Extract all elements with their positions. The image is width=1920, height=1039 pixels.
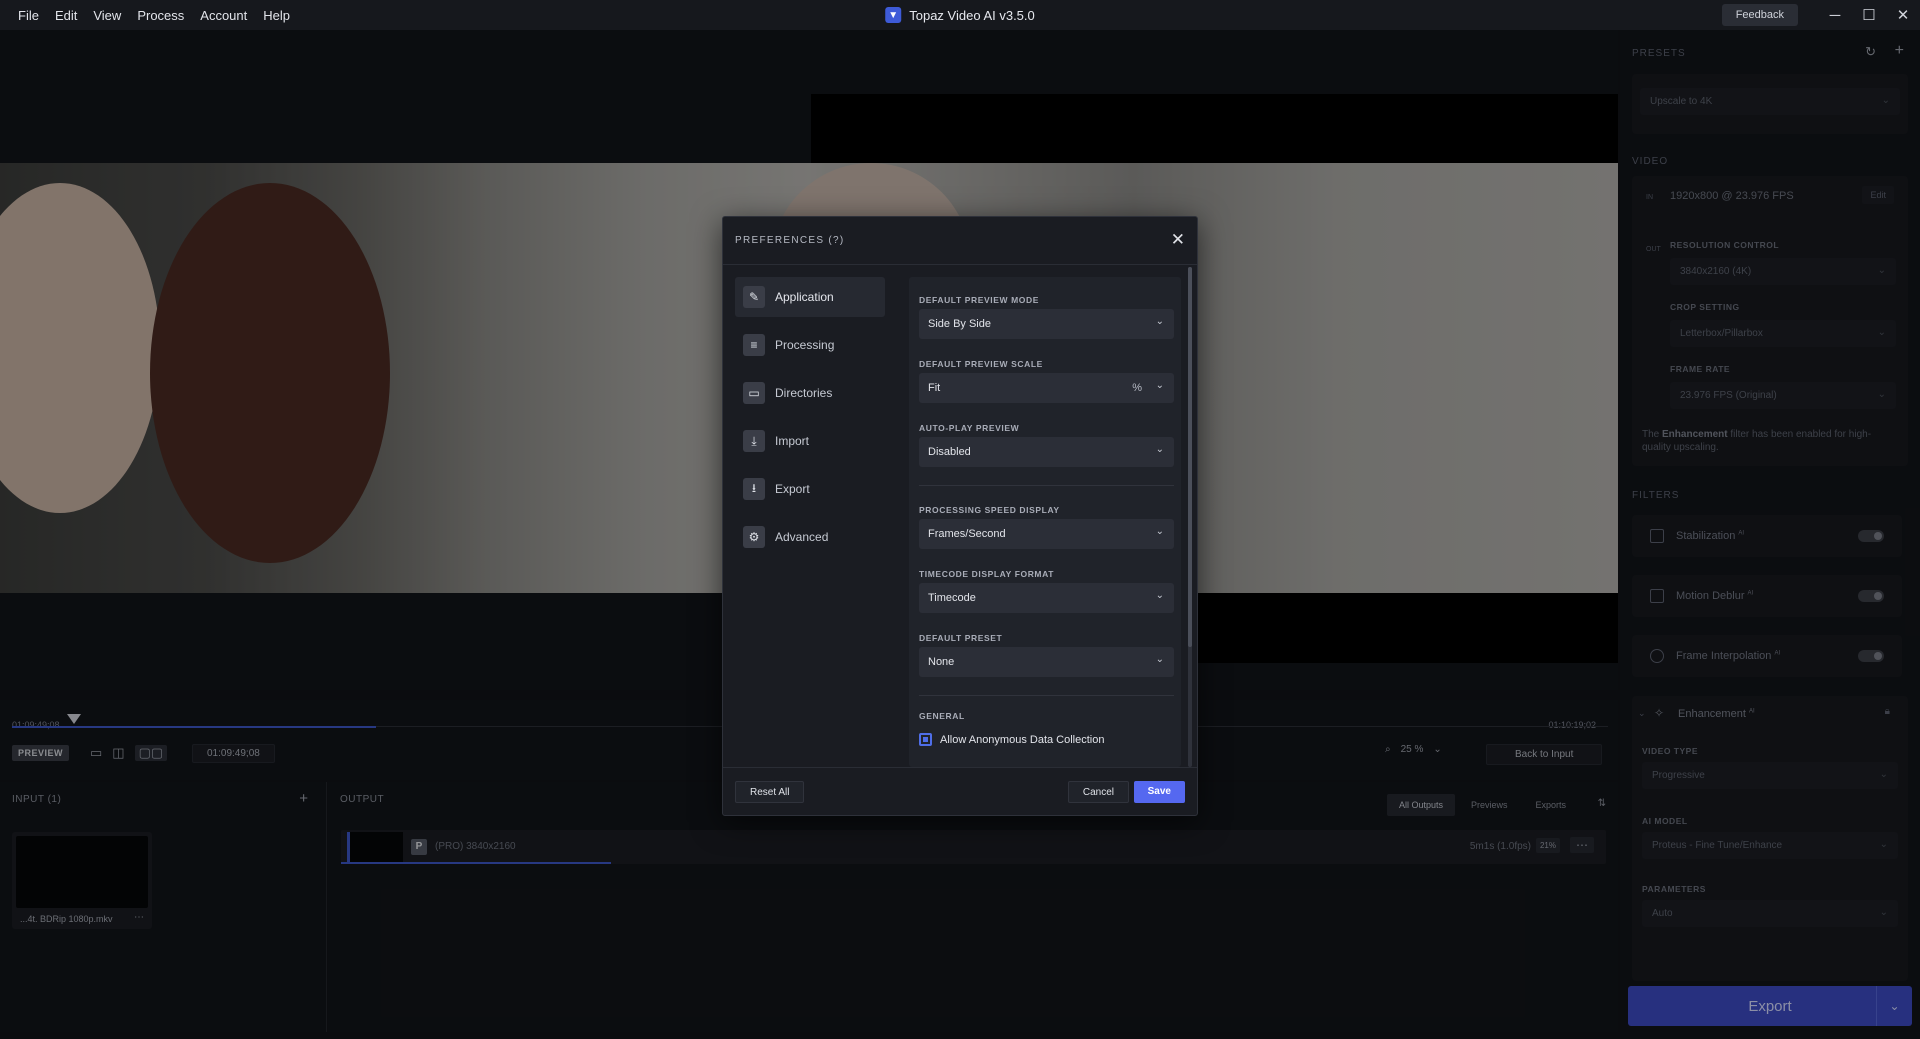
preview-scale-unit: % <box>1132 382 1142 394</box>
anonymous-data-checkbox[interactable] <box>919 733 932 746</box>
app-title-text: Topaz Video AI v3.5.0 <box>909 7 1035 23</box>
preview-mode-select[interactable]: Side By Side ⌄ <box>919 309 1174 339</box>
export-icon: ⭳ <box>743 478 765 500</box>
reset-all-button[interactable]: Reset All <box>735 781 805 803</box>
maximize-icon[interactable]: ☐ <box>1852 6 1886 24</box>
menu-bar: File Edit View Process Account Help <box>0 0 298 30</box>
chevron-down-icon: ⌄ <box>1155 590 1164 601</box>
preview-mode-label: DEFAULT PREVIEW MODE <box>919 295 1039 305</box>
speed-display-label: PROCESSING SPEED DISPLAY <box>919 505 1060 515</box>
processing-icon: ≡ <box>743 334 765 356</box>
nav-import-label: Import <box>775 434 810 448</box>
scrollbar-thumb[interactable] <box>1188 267 1192 647</box>
menu-view[interactable]: View <box>85 8 129 23</box>
cancel-button[interactable]: Cancel <box>1067 781 1129 803</box>
speed-display-value: Frames/Second <box>928 528 1006 540</box>
topaz-logo-icon: ▼ <box>885 7 902 23</box>
preferences-nav: ✎ Application ≡ Processing ▭ Directories… <box>735 277 885 565</box>
timecode-format-value: Timecode <box>928 592 976 604</box>
dialog-footer: Reset All Cancel Save <box>723 767 1197 815</box>
window-controls: Feedback ─ ☐ ✕ <box>1721 0 1920 30</box>
timecode-format-select[interactable]: Timecode ⌄ <box>919 583 1174 613</box>
dialog-header: PREFERENCES (?) ✕ <box>723 217 1197 265</box>
chevron-down-icon: ⌄ <box>1155 654 1164 665</box>
application-icon: ✎ <box>743 286 765 308</box>
anonymous-data-row[interactable]: Allow Anonymous Data Collection <box>919 733 1104 746</box>
menu-help[interactable]: Help <box>255 8 298 23</box>
menu-account[interactable]: Account <box>192 8 255 23</box>
default-preset-select[interactable]: None ⌄ <box>919 647 1174 677</box>
minimize-icon[interactable]: ─ <box>1818 7 1852 24</box>
title-bar: File Edit View Process Account Help ▼ To… <box>0 0 1920 30</box>
general-label: GENERAL <box>919 711 965 721</box>
separator <box>919 695 1174 696</box>
separator <box>919 485 1174 486</box>
import-icon: ⤓ <box>743 430 765 452</box>
folder-icon: ▭ <box>743 382 765 404</box>
nav-processing[interactable]: ≡ Processing <box>735 325 885 365</box>
dialog-title: PREFERENCES (?) <box>735 235 845 246</box>
preview-scale-value: Fit <box>928 382 941 394</box>
nav-export-label: Export <box>775 482 810 496</box>
menu-file[interactable]: File <box>10 8 47 23</box>
nav-advanced-label: Advanced <box>775 530 829 544</box>
preview-scale-label: DEFAULT PREVIEW SCALE <box>919 359 1043 369</box>
chevron-down-icon: ⌄ <box>1155 380 1164 391</box>
save-button[interactable]: Save <box>1133 781 1185 803</box>
autoplay-label: AUTO-PLAY PREVIEW <box>919 423 1020 433</box>
nav-application[interactable]: ✎ Application <box>735 277 885 317</box>
chevron-down-icon: ⌄ <box>1155 444 1164 455</box>
speed-display-select[interactable]: Frames/Second ⌄ <box>919 519 1174 549</box>
nav-processing-label: Processing <box>775 338 835 352</box>
nav-advanced[interactable]: ⚙ Advanced <box>735 517 885 557</box>
anonymous-data-label: Allow Anonymous Data Collection <box>940 733 1105 746</box>
feedback-button[interactable]: Feedback <box>1721 4 1798 26</box>
menu-process[interactable]: Process <box>129 8 192 23</box>
nav-application-label: Application <box>775 290 834 304</box>
dialog-scrollbar[interactable] <box>1188 267 1192 767</box>
close-window-icon[interactable]: ✕ <box>1886 6 1920 24</box>
chevron-down-icon: ⌄ <box>1155 526 1164 537</box>
nav-directories[interactable]: ▭ Directories <box>735 373 885 413</box>
nav-directories-label: Directories <box>775 386 833 400</box>
chevron-down-icon: ⌄ <box>1155 316 1164 327</box>
autoplay-value: Disabled <box>928 446 971 458</box>
nav-import[interactable]: ⤓ Import <box>735 421 885 461</box>
default-preset-value: None <box>928 656 955 668</box>
close-icon[interactable]: ✕ <box>1171 230 1185 250</box>
timecode-format-label: TIMECODE DISPLAY FORMAT <box>919 569 1055 579</box>
topaz-video-ai-window: File Edit View Process Account Help ▼ To… <box>0 0 1920 1039</box>
app-title: ▼ Topaz Video AI v3.5.0 <box>885 7 1035 23</box>
menu-edit[interactable]: Edit <box>47 8 85 23</box>
autoplay-select[interactable]: Disabled ⌄ <box>919 437 1174 467</box>
preferences-dialog: PREFERENCES (?) ✕ ✎ Application ≡ Proces… <box>722 216 1198 816</box>
preferences-content: DEFAULT PREVIEW MODE Side By Side ⌄ DEFA… <box>909 277 1181 767</box>
preview-mode-value: Side By Side <box>928 318 991 330</box>
advanced-icon: ⚙ <box>743 526 765 548</box>
preview-scale-select[interactable]: Fit % ⌄ <box>919 373 1174 403</box>
default-preset-label: DEFAULT PRESET <box>919 633 1003 643</box>
nav-export[interactable]: ⭳ Export <box>735 469 885 509</box>
